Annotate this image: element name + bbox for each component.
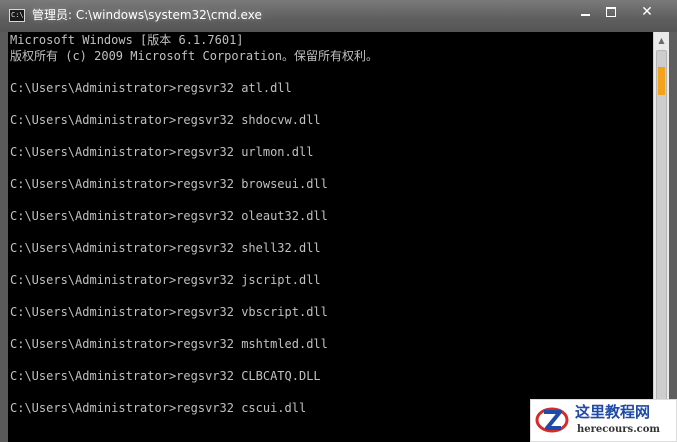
maximize-icon (606, 6, 616, 17)
console-line: C:\Users\Administrator>regsvr32 CLBCATQ.… (10, 369, 321, 383)
watermark-title: 这里教程网 (575, 403, 651, 421)
console-line: C:\Users\Administrator>regsvr32 vbscript… (10, 305, 328, 319)
console-lines: Microsoft Windows [版本 6.1.7601] 版权所有 (c) … (10, 32, 378, 416)
site-watermark: 这里教程网 herecours.com (530, 399, 677, 442)
console-line: C:\Users\Administrator>regsvr32 oleaut32… (10, 209, 328, 223)
console-line: C:\Users\Administrator>regsvr32 shell32.… (10, 241, 321, 255)
cmd-window: C:\ 管理员: C:\windows\system32\cmd.exe ✕ M… (0, 0, 677, 442)
console-line: C:\Users\Administrator>regsvr32 atl.dll (10, 81, 292, 95)
maximize-button[interactable] (598, 2, 624, 24)
site-logo-icon (535, 407, 569, 433)
scroll-thumb-grip (658, 67, 665, 95)
console-line: 版权所有 (c) 2009 Microsoft Corporation。保留所有… (10, 49, 378, 63)
close-button[interactable]: ✕ (628, 2, 666, 24)
console-line: C:\Users\Administrator>regsvr32 cscui.dl… (10, 401, 307, 415)
minimize-icon (580, 13, 590, 16)
window-frame-right (669, 32, 677, 442)
minimize-button[interactable] (572, 2, 598, 24)
console-line: C:\Users\Administrator>regsvr32 shdocvw.… (10, 113, 321, 127)
scroll-thumb[interactable] (656, 50, 667, 406)
console-app-icon[interactable]: C:\ (9, 9, 25, 22)
watermark-url: herecours.com (577, 424, 661, 435)
close-icon: ✕ (641, 4, 653, 20)
scroll-up-arrow-icon[interactable]: ▲ (654, 32, 669, 49)
console-line: Microsoft Windows [版本 6.1.7601] (10, 33, 244, 47)
console-line: C:\Users\Administrator>regsvr32 browseui… (10, 177, 328, 191)
console-line: C:\Users\Administrator>regsvr32 jscript.… (10, 273, 321, 287)
console-line: C:\Users\Administrator>regsvr32 urlmon.d… (10, 145, 314, 159)
console-output[interactable]: Microsoft Windows [版本 6.1.7601] 版权所有 (c) … (8, 32, 653, 442)
title-bar[interactable]: C:\ 管理员: C:\windows\system32\cmd.exe ✕ (0, 0, 677, 32)
console-line: C:\Users\Administrator>regsvr32 mshtmled… (10, 337, 328, 351)
window-title: 管理员: C:\windows\system32\cmd.exe (32, 8, 262, 22)
vertical-scrollbar[interactable]: ▲ (653, 32, 669, 442)
